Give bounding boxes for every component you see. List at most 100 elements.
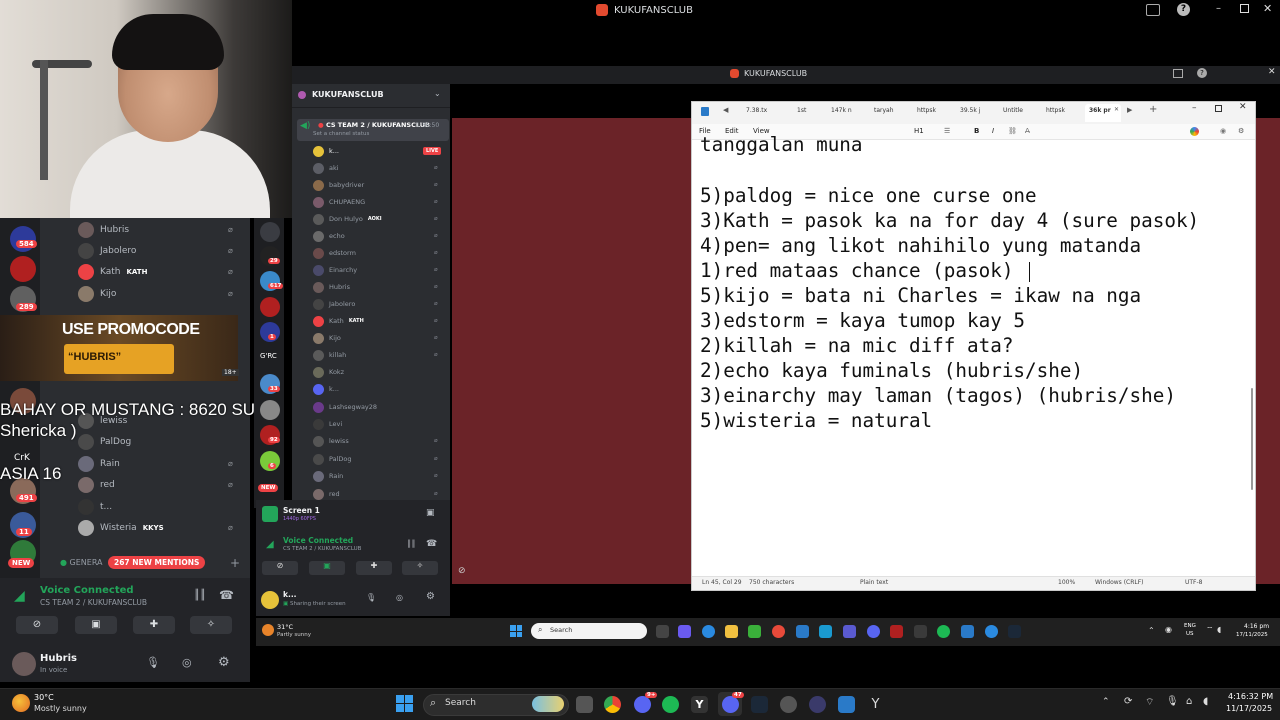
chevron-right-icon[interactable]: ▶ (1127, 106, 1132, 114)
voice-member[interactable]: k... (313, 143, 339, 159)
voice-member[interactable]: edstorm (313, 245, 356, 261)
close-icon[interactable]: ✕ (1263, 2, 1272, 15)
voice-member[interactable]: Jabolero (313, 296, 355, 312)
tab-item[interactable]: 39.5k j (960, 107, 980, 114)
discord-icon[interactable] (867, 625, 880, 638)
voice-member[interactable]: Rain (313, 468, 343, 484)
stop-share-icon[interactable]: ▣ (426, 508, 435, 518)
notepad-icon[interactable] (961, 625, 974, 638)
member-row[interactable]: PalDog (78, 432, 131, 452)
screen-icon[interactable] (1146, 4, 1160, 16)
new-mentions-pill[interactable]: 267 NEW MENTIONS (108, 556, 206, 569)
headphones-icon[interactable]: ◎ (182, 656, 192, 669)
clock-time[interactable]: 4:16:32 PM (1228, 692, 1273, 701)
soundboard-icon[interactable]: ║║ (407, 540, 415, 548)
mail-icon[interactable] (796, 625, 809, 638)
italic-icon[interactable]: I (992, 127, 994, 135)
weather-icon[interactable] (12, 694, 30, 712)
voice-status[interactable]: Voice Connected (40, 585, 134, 596)
headphones-icon[interactable]: ◎ (396, 593, 403, 602)
mic-icon[interactable]: 🎙 (1166, 696, 1179, 707)
member-row[interactable]: Kath KATH (78, 262, 147, 282)
region-code[interactable]: US (1186, 631, 1194, 637)
tab-item[interactable]: httpsk (1046, 107, 1065, 114)
chevron-up-icon[interactable]: ⌃ (1148, 626, 1155, 635)
minimize-icon[interactable]: – (1216, 3, 1221, 14)
clock-time[interactable]: 4:16 pm (1244, 623, 1269, 630)
maximize-icon[interactable] (1215, 105, 1222, 112)
voice-member[interactable]: aki (313, 160, 339, 176)
text-line[interactable]: 3)Kath = pasok ka na for day 4 (sure pas… (700, 209, 1199, 232)
user-name[interactable]: k... (283, 590, 297, 599)
voice-member[interactable]: lewiss (313, 433, 349, 449)
zoom-level[interactable]: 100% (1058, 579, 1075, 586)
voice-member[interactable]: k... (313, 381, 339, 397)
app-icon[interactable] (890, 625, 903, 638)
maximize-icon[interactable] (1240, 4, 1249, 13)
line-ending[interactable]: Windows (CRLF) (1095, 579, 1144, 586)
lang-code[interactable]: ENG (1184, 623, 1196, 629)
copilot-icon[interactable] (1190, 127, 1199, 136)
app-icon[interactable] (819, 625, 832, 638)
voice-member[interactable]: babydriver (313, 177, 364, 193)
voice-member[interactable]: Lashsegway28 (313, 399, 377, 415)
server-name[interactable]: KUKUFANSCLUB (312, 90, 384, 99)
popout-icon[interactable]: ⊘ (458, 566, 466, 576)
sync-icon[interactable]: ⟳ (1124, 696, 1132, 707)
voice-member[interactable]: Einarchy (313, 262, 357, 278)
server-icon[interactable] (10, 226, 36, 252)
avatar[interactable] (12, 652, 36, 676)
voice-member[interactable]: Hubris (313, 279, 350, 295)
voice-member[interactable]: Levi (313, 416, 342, 432)
help-icon[interactable]: ? (1197, 68, 1207, 78)
minimize-icon[interactable]: – (1192, 103, 1197, 113)
text-line[interactable]: 4)pen= ang likot nahihilo yung matanda (700, 234, 1141, 257)
voice-status[interactable]: Voice Connected (283, 536, 353, 545)
screen-icon[interactable] (1173, 69, 1183, 78)
text-line[interactable]: 5)kijo = bata ni Charles = ikaw na nga (700, 284, 1141, 307)
tab-item[interactable]: httpsk (917, 107, 936, 114)
chevron-down-icon[interactable]: ⌄ (434, 89, 441, 98)
spotify-icon[interactable] (937, 625, 950, 638)
member-row[interactable]: Wisteria KKYS (78, 518, 164, 538)
clock-date[interactable]: 11/17/2025 (1226, 704, 1272, 713)
avatar[interactable] (261, 591, 279, 609)
task-view-icon[interactable] (656, 625, 669, 638)
start-icon[interactable] (396, 695, 413, 712)
server-icon[interactable] (260, 222, 280, 242)
profile-icon[interactable]: ◉ (1220, 127, 1226, 135)
text-line[interactable]: 2)echo kaya fuminals (hubris/she) (700, 359, 1083, 382)
camera-off-icon[interactable]: ⊘ (262, 561, 298, 575)
camera-off-icon[interactable]: ⊘ (16, 616, 58, 634)
text-line[interactable]: 2)killah = na mic diff ata? (700, 334, 1013, 357)
tab-item[interactable]: 1st (797, 107, 806, 114)
voice-member[interactable]: CHUPAENG (313, 194, 365, 210)
app-y-icon[interactable]: Y (867, 696, 884, 713)
store-icon[interactable] (748, 625, 761, 638)
gear-icon[interactable]: ⚙ (1238, 127, 1244, 135)
help-icon[interactable]: ? (1177, 3, 1190, 16)
wifi-icon[interactable]: ⌔ (1206, 625, 1214, 635)
spotify-icon[interactable] (662, 696, 679, 713)
member-row[interactable]: Kijo (78, 284, 116, 304)
activities-icon[interactable]: ✚ (356, 561, 392, 575)
voice-channel[interactable]: CS TEAM 2 / KUKUFANSCLUB (40, 598, 147, 607)
voice-member[interactable]: killah (313, 347, 346, 363)
copilot-icon[interactable] (678, 625, 691, 638)
weather-icon[interactable] (262, 624, 274, 636)
channel-general[interactable]: ● GENERA (60, 558, 103, 567)
mic-icon[interactable]: 🎙 (146, 656, 160, 669)
chrome-icon[interactable] (772, 625, 785, 638)
text-line[interactable]: 3)edstorm = kaya tumop kay 5 (700, 309, 1025, 332)
steam-icon[interactable] (751, 696, 768, 713)
new-tab-icon[interactable]: + (1149, 104, 1157, 115)
member-row[interactable]: Rain (78, 454, 120, 474)
steam-icon[interactable] (1008, 625, 1021, 638)
tab-item[interactable]: 147k n (831, 107, 852, 114)
explorer-icon[interactable] (725, 625, 738, 638)
app-icon[interactable] (780, 696, 797, 713)
clock-date[interactable]: 17/11/2025 (1236, 632, 1268, 638)
volume-icon[interactable]: ◖ (1217, 625, 1221, 634)
voice-member[interactable]: Kijo (313, 330, 341, 346)
screen-share-icon[interactable]: ▣ (75, 616, 117, 634)
